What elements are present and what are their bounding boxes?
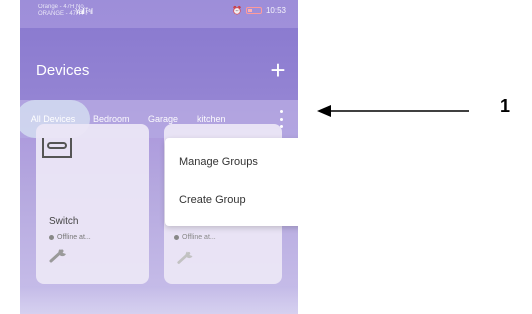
- status-dot-icon: [174, 235, 179, 240]
- annotation-arrow-icon: [317, 105, 469, 117]
- device-card-switch[interactable]: Switch Offline at...: [36, 124, 149, 284]
- plus-icon: +: [270, 55, 286, 85]
- app-header: Devices +: [20, 28, 298, 100]
- device-status: Offline at...: [49, 234, 91, 241]
- device-status-text: Offline at...: [182, 234, 216, 241]
- alarm-icon: ⏰: [232, 6, 242, 15]
- kebab-dot: [279, 117, 283, 121]
- menu-item-create-group[interactable]: Create Group: [179, 194, 246, 206]
- annotation-number: 1: [500, 96, 511, 116]
- status-dot-icon: [49, 235, 54, 240]
- clock: 10:53: [265, 6, 286, 15]
- device-name: Switch: [49, 216, 79, 227]
- switch-device-icon: [42, 138, 72, 158]
- kebab-dot: [279, 110, 283, 113]
- signal-indicator: Yall ᵀ⁴ıl: [75, 7, 93, 16]
- annotated-screenshot: Orange - 47H No... ORANGE - 47H4 R... Ya…: [0, 0, 532, 314]
- menu-item-manage-groups[interactable]: Manage Groups: [179, 156, 258, 168]
- wrench-icon[interactable]: [48, 246, 72, 264]
- device-status-text: Offline at...: [57, 234, 91, 241]
- device-status: Offline at...: [174, 234, 216, 241]
- overflow-menu: Manage Groups Create Group: [165, 138, 298, 226]
- page-title: Devices: [36, 62, 90, 79]
- bottom-fade: [20, 286, 298, 314]
- battery-icon: [245, 7, 262, 14]
- status-right-group: ⏰ 10:53: [232, 6, 286, 15]
- add-device-button[interactable]: +: [266, 55, 290, 85]
- status-bar: Orange - 47H No... ORANGE - 47H4 R... Ya…: [20, 0, 298, 26]
- phone-screen: Orange - 47H No... ORANGE - 47H4 R... Ya…: [20, 0, 298, 314]
- wrench-icon[interactable]: [176, 248, 198, 266]
